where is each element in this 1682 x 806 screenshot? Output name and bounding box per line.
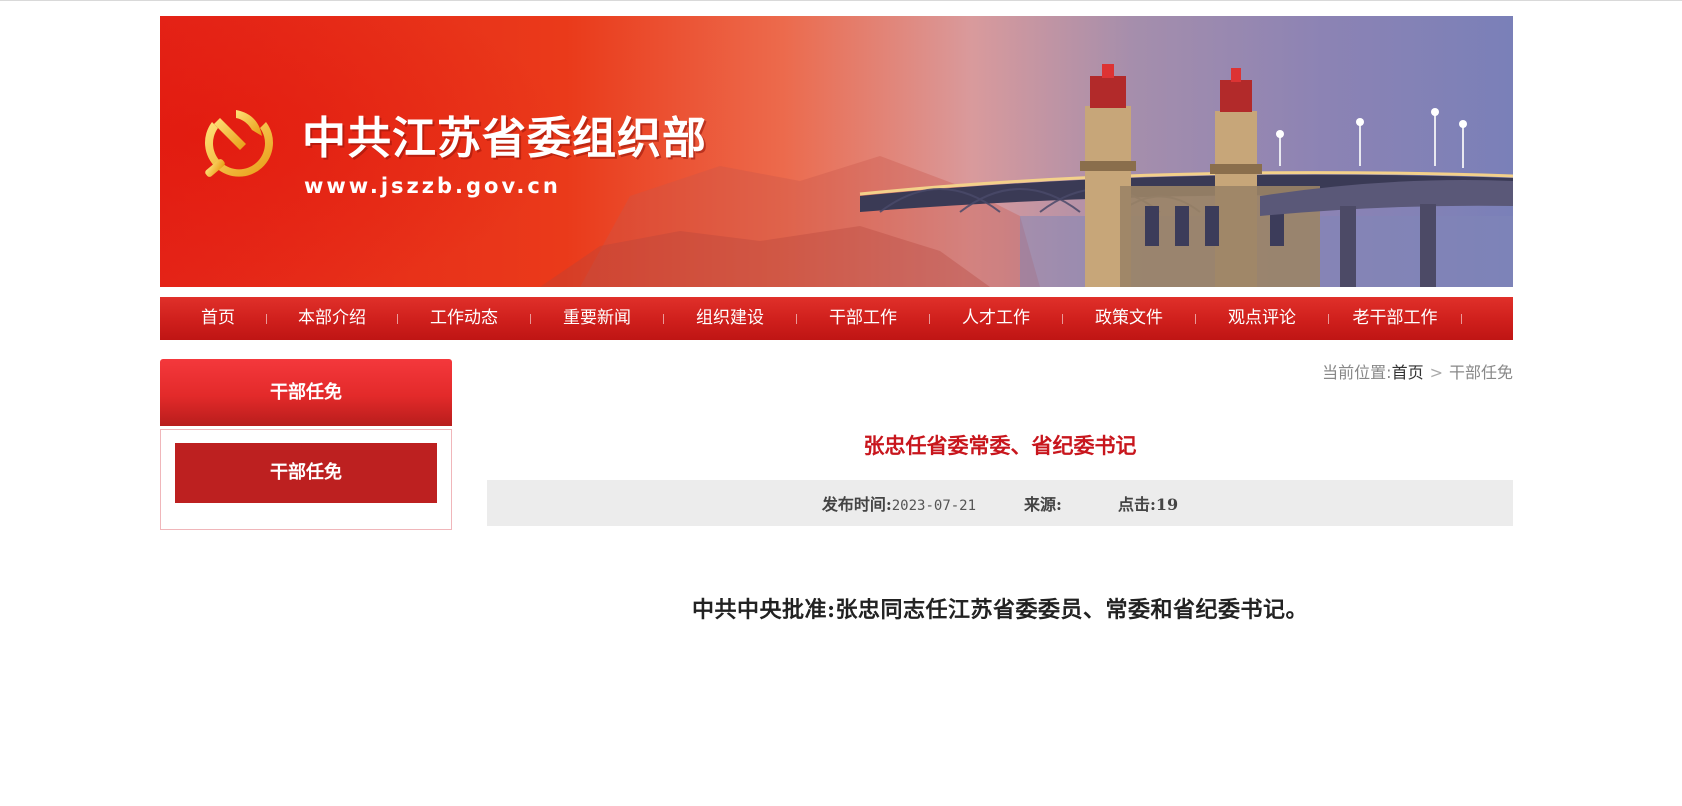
site-title: 中共江苏省委组织部: [302, 113, 707, 164]
article-title: 张忠任省委常委、省纪委书记: [863, 433, 1137, 458]
clicks-label: 点击:: [1117, 495, 1156, 514]
article-body: 中共中央批准:张忠同志任江苏省委委员、常委和省纪委书记。: [691, 597, 1309, 623]
chevron-right-icon: >: [1429, 363, 1443, 382]
header-banner: 中共江苏省委组织部 www.jszzb.gov.cn: [160, 16, 1513, 287]
party-emblem-icon: [205, 110, 273, 177]
nav-item-commentary[interactable]: 观点评论: [1196, 297, 1328, 340]
clicks-count: 19: [1155, 495, 1179, 514]
nav-item-organization[interactable]: 组织建设: [664, 297, 796, 340]
nav-item-home[interactable]: 首页: [170, 297, 266, 340]
breadcrumb-home-link[interactable]: 首页: [1392, 363, 1424, 382]
breadcrumb: 当前位置:首页 > 干部任免: [1322, 359, 1513, 383]
nav-item-cadre-work[interactable]: 干部工作: [797, 297, 929, 340]
breadcrumb-prefix: 当前位置:: [1322, 363, 1392, 382]
nav-item-work-news[interactable]: 工作动态: [398, 297, 530, 340]
nav-item-policy-docs[interactable]: 政策文件: [1063, 297, 1195, 340]
publish-date: 2023-07-21: [891, 498, 977, 514]
sidebar-item-cadre-appointments[interactable]: 干部任免: [175, 443, 437, 503]
nav-item-retired-cadres[interactable]: 老干部工作: [1329, 297, 1461, 340]
nav-item-talent-work[interactable]: 人才工作: [930, 297, 1062, 340]
source-label: 来源:: [1024, 495, 1062, 514]
nav-item-about[interactable]: 本部介绍: [267, 297, 397, 340]
nav-item-important-news[interactable]: 重要新闻: [531, 297, 663, 340]
article-meta-bar: 发布时间:2023-07-21 来源: 点击:19: [487, 480, 1513, 526]
sidebar-menu: 干部任免: [160, 429, 452, 530]
site-url: www.jszzb.gov.cn: [304, 174, 561, 198]
nav-separator: [1461, 313, 1462, 324]
sidebar-heading: 干部任免: [160, 359, 452, 426]
main-nav: 首页 本部介绍 工作动态 重要新闻 组织建设 干部工作 人才工作 政策文件 观点…: [160, 297, 1513, 340]
page-container: 中共江苏省委组织部 www.jszzb.gov.cn 首页 本部介绍 工作动态 …: [160, 0, 1513, 806]
breadcrumb-current: 干部任免: [1448, 363, 1513, 382]
publish-time-label: 发布时间:: [821, 495, 892, 514]
